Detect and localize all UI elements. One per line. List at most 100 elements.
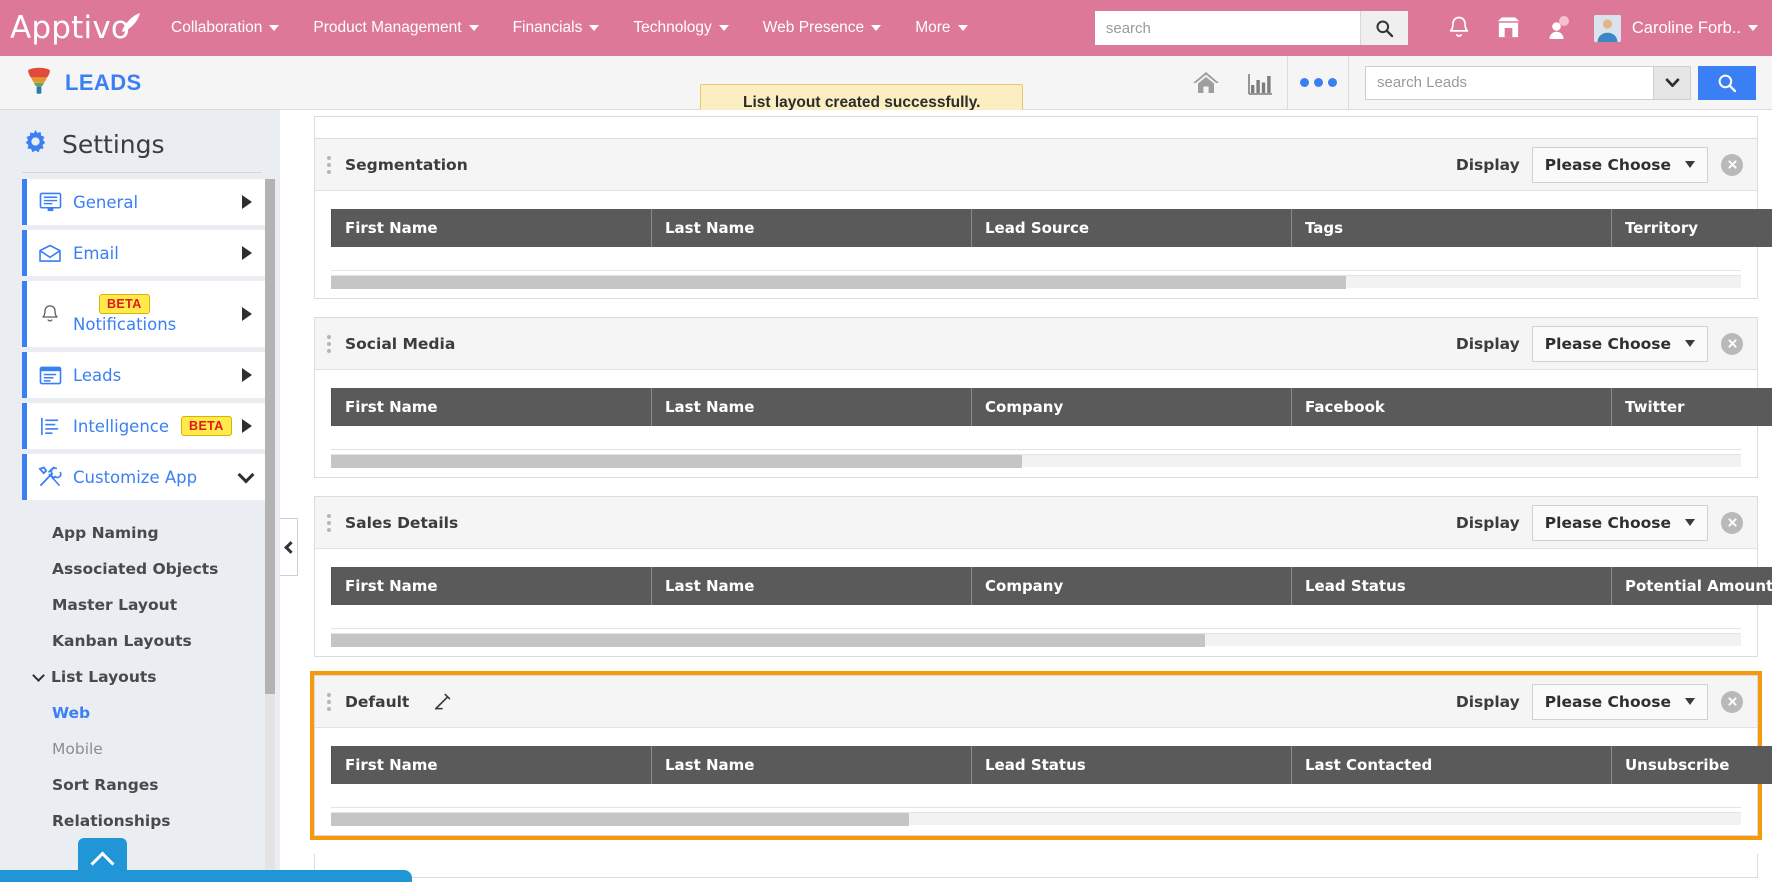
empty-rows-area: [331, 247, 1741, 271]
leads-search-dropdown[interactable]: [1653, 66, 1691, 100]
sidebar-item-intelligence[interactable]: Intelligence BETA: [22, 403, 266, 449]
column-header[interactable]: Facebook: [1292, 388, 1612, 426]
column-header[interactable]: Potential Amount: [1612, 567, 1772, 605]
page-body: Settings General: [0, 110, 1772, 882]
column-header[interactable]: First Name: [332, 209, 652, 247]
close-icon: [1726, 695, 1739, 708]
apptivo-logo[interactable]: Apptivo: [10, 11, 130, 45]
drag-handle-icon[interactable]: [327, 514, 331, 532]
layout-panel-segmentation: Segmentation Display Please Choose: [314, 138, 1758, 299]
user-profile-menu[interactable]: Caroline Forb..: [1594, 15, 1758, 42]
sidebar-item-leads[interactable]: Leads: [22, 352, 266, 398]
sidebar-collapse-handle[interactable]: [280, 518, 298, 576]
scroll-to-top-button[interactable]: [78, 838, 127, 882]
column-header[interactable]: Company: [972, 567, 1292, 605]
bottom-accent-bar: [0, 870, 412, 882]
store-button[interactable]: [1484, 0, 1534, 56]
column-header[interactable]: First Name: [332, 567, 652, 605]
horizontal-scrollbar[interactable]: [331, 454, 1741, 467]
sidebar-subitem-app-naming[interactable]: App Naming: [52, 515, 266, 551]
sidebar-subitem-mobile[interactable]: Mobile: [52, 731, 266, 767]
display-select[interactable]: Please Choose: [1532, 684, 1708, 720]
menu-item-web-presence[interactable]: Web Presence: [746, 0, 898, 56]
horizontal-scrollbar-thumb[interactable]: [331, 276, 1346, 289]
sidebar-item-notifications[interactable]: BETA Notifications: [22, 281, 266, 347]
horizontal-scrollbar-thumb[interactable]: [331, 455, 1022, 468]
chevron-down-icon: [238, 466, 255, 483]
sidebar-item-customize-app[interactable]: Customize App: [22, 454, 266, 500]
more-options-button[interactable]: [1288, 56, 1348, 110]
notifications-button[interactable]: [1434, 0, 1484, 56]
display-select[interactable]: Please Choose: [1532, 147, 1708, 183]
column-header[interactable]: Tags: [1292, 209, 1612, 247]
sidebar-subitem-web[interactable]: Web: [52, 695, 266, 731]
column-header[interactable]: Lead Status: [1292, 567, 1612, 605]
column-header[interactable]: First Name: [332, 388, 652, 426]
chevron-down-icon: [1685, 340, 1695, 347]
subitem-label: Mobile: [52, 740, 103, 758]
drag-handle-icon[interactable]: [327, 335, 331, 353]
column-header[interactable]: First Name: [332, 746, 652, 784]
panel-header: Sales Details Display Please Choose: [315, 497, 1757, 549]
menu-item-product-management[interactable]: Product Management: [296, 0, 495, 56]
list-card-icon: [27, 365, 73, 386]
sidebar-subitem-sort-ranges[interactable]: Sort Ranges: [52, 767, 266, 803]
empty-rows-area: [331, 784, 1741, 808]
chevron-down-icon: [1685, 698, 1695, 705]
column-header[interactable]: Lead Source: [972, 209, 1292, 247]
app-identity[interactable]: LEADS: [24, 65, 142, 100]
sidebar-item-general[interactable]: General: [22, 179, 266, 225]
column-header[interactable]: Last Name: [652, 388, 972, 426]
column-header[interactable]: Territory: [1612, 209, 1772, 247]
sidebar-item-email[interactable]: Email: [22, 230, 266, 276]
drag-handle-icon[interactable]: [327, 693, 331, 711]
remove-panel-button[interactable]: [1721, 691, 1743, 713]
top-right-actions: Caroline Forb..: [1095, 0, 1772, 56]
home-button[interactable]: [1179, 56, 1233, 110]
sidebar-subitem-master-layout[interactable]: Master Layout: [52, 587, 266, 623]
remove-panel-button[interactable]: [1721, 512, 1743, 534]
column-header[interactable]: Last Name: [652, 209, 972, 247]
sidebar-scroll-area: General Email: [0, 179, 280, 877]
menu-item-financials[interactable]: Financials: [496, 0, 617, 56]
people-icon: [1547, 15, 1571, 41]
column-header[interactable]: Company: [972, 388, 1292, 426]
display-select[interactable]: Please Choose: [1532, 505, 1708, 541]
chevron-down-icon: [719, 25, 729, 31]
menu-item-technology[interactable]: Technology: [616, 0, 745, 56]
leads-search-input[interactable]: [1365, 66, 1653, 100]
column-header[interactable]: Last Name: [652, 746, 972, 784]
reports-button[interactable]: [1233, 56, 1287, 110]
horizontal-scrollbar-thumb[interactable]: [331, 813, 909, 826]
drag-handle-icon[interactable]: [327, 156, 331, 174]
column-header[interactable]: Unsubscribe: [1612, 746, 1772, 784]
remove-panel-button[interactable]: [1721, 333, 1743, 355]
horizontal-scrollbar[interactable]: [331, 633, 1741, 646]
panel-header: Default Display Please Choose: [315, 676, 1757, 728]
top-navigation-bar: Apptivo Collaboration Product Management…: [0, 0, 1772, 56]
edit-layout-name-button[interactable]: [433, 693, 451, 711]
subitem-label: Sort Ranges: [52, 776, 159, 794]
display-select[interactable]: Please Choose: [1532, 326, 1708, 362]
menu-item-more[interactable]: More: [898, 0, 984, 56]
remove-panel-button[interactable]: [1721, 154, 1743, 176]
column-header[interactable]: Last Contacted: [1292, 746, 1612, 784]
global-search-input[interactable]: [1095, 11, 1360, 45]
column-header[interactable]: Last Name: [652, 567, 972, 605]
global-search-button[interactable]: [1360, 11, 1408, 45]
horizontal-scrollbar[interactable]: [331, 275, 1741, 288]
sidebar-subitem-relationships[interactable]: Relationships: [52, 803, 266, 839]
collaboration-button[interactable]: [1534, 0, 1584, 56]
next-panel-cutoff: [314, 854, 1758, 878]
menu-item-collaboration[interactable]: Collaboration: [154, 0, 296, 56]
horizontal-scrollbar[interactable]: [331, 812, 1741, 825]
sidebar-scrollbar[interactable]: [265, 179, 275, 877]
sidebar-subitem-associated-objects[interactable]: Associated Objects: [52, 551, 266, 587]
sidebar-subitem-kanban-layouts[interactable]: Kanban Layouts: [52, 623, 266, 659]
sidebar-scrollbar-thumb[interactable]: [265, 179, 275, 694]
horizontal-scrollbar-thumb[interactable]: [331, 634, 1205, 647]
leads-search-button[interactable]: [1698, 66, 1756, 100]
column-header[interactable]: Lead Status: [972, 746, 1292, 784]
column-header[interactable]: Twitter: [1612, 388, 1772, 426]
sidebar-subitem-list-layouts[interactable]: List Layouts: [52, 659, 266, 695]
